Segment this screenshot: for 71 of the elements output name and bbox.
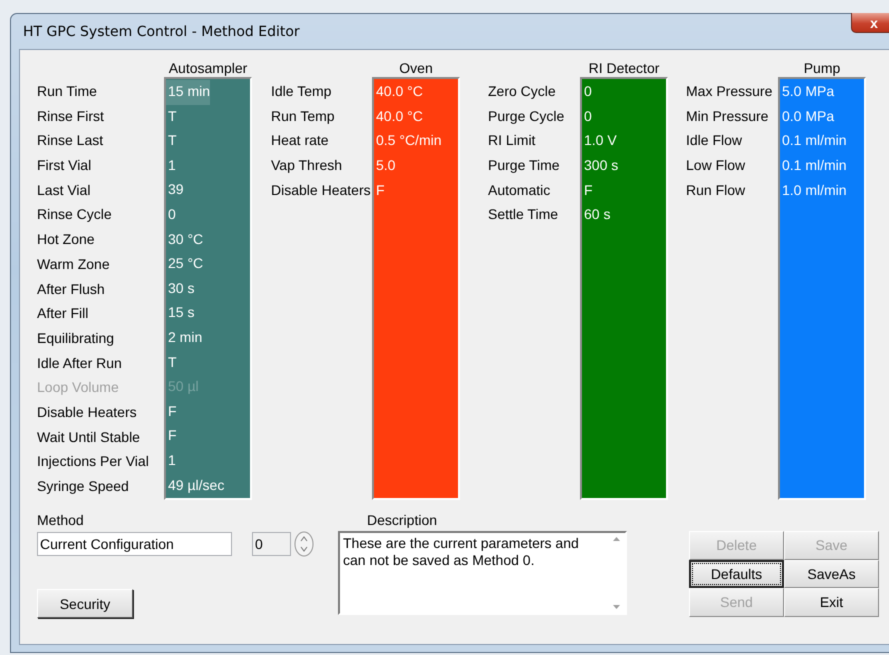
parameter-value[interactable]: 40.0 °C <box>374 104 423 130</box>
parameter-value[interactable]: 0.0 MPa <box>780 104 834 130</box>
parameter-label: Purge Time <box>488 156 560 176</box>
parameter-label: Vap Thresh <box>271 156 342 176</box>
spinner-icon[interactable] <box>294 531 314 557</box>
section-title: Pump <box>802 60 842 77</box>
parameter-value[interactable]: 1.0 V <box>582 129 617 154</box>
action-button[interactable]: Exit <box>784 588 879 616</box>
parameter-label: Settle Time <box>488 205 558 224</box>
parameter-label: Low Flow <box>686 156 746 176</box>
parameter-value[interactable]: 0.1 ml/min <box>780 154 847 179</box>
parameter-label: Disable Heaters <box>271 180 371 200</box>
parameter-value[interactable]: 0.1 ml/min <box>780 129 847 154</box>
section-title: RI Detector <box>588 60 660 77</box>
parameter-label: Wait Until Stable <box>37 428 140 447</box>
parameter-label: Run Time <box>37 82 97 101</box>
description-label: Description <box>367 512 438 530</box>
parameter-list[interactable]: 40.0 °C 40.0 °C 0.5 °C/min 5.0 F <box>372 77 460 500</box>
method-label: Method <box>37 512 84 530</box>
parameter-value[interactable]: 300 s <box>582 154 618 179</box>
parameter-label: Equilibrating <box>37 328 114 348</box>
parameter-label: Rinse Last <box>37 131 104 150</box>
parameter-value[interactable]: 0.5 °C/min <box>374 129 442 154</box>
window-title: HT GPC System Control - Method Editor <box>23 24 300 40</box>
section-title: Oven <box>398 60 434 77</box>
parameter-value[interactable]: 1.0 ml/min <box>780 178 847 204</box>
description-text: These are the current parameters and can not be saved as Method 0. <box>342 534 580 570</box>
scroll-up-icon[interactable] <box>613 537 620 541</box>
parameter-label: Automatic <box>488 180 550 200</box>
parameter-label: Idle Flow <box>686 131 742 150</box>
parameter-label: Rinse Cycle <box>37 205 112 224</box>
parameter-label: Loop Volume <box>37 378 119 398</box>
parameter-value[interactable]: 5.0 <box>374 154 396 179</box>
parameter-label: Rinse First <box>37 106 104 126</box>
action-button[interactable]: SaveAs <box>784 560 879 588</box>
parameter-label: Syringe Speed <box>37 477 129 496</box>
parameter-value[interactable]: F <box>374 178 385 204</box>
method-name-field[interactable]: Current Configuration <box>37 532 232 556</box>
parameter-label: Max Pressure <box>686 82 772 101</box>
scroll-down-icon[interactable] <box>613 605 620 609</box>
parameter-label: After Fill <box>37 304 88 324</box>
action-button[interactable]: Defaults <box>689 560 784 588</box>
parameter-label: Idle After Run <box>37 354 122 373</box>
parameter-label: Last Vial <box>37 180 90 200</box>
parameter-label: Zero Cycle <box>488 82 556 101</box>
parameter-label: Run Temp <box>271 106 335 126</box>
parameter-list[interactable]: 5.0 MPa 0.0 MPa 0.1 ml/min 0.1 ml/min 1.0 ml/min <box>778 77 866 500</box>
parameter-label: Disable Heaters <box>37 402 137 422</box>
parameter-value[interactable]: 0 <box>582 80 592 105</box>
security-button[interactable]: Security <box>37 589 133 618</box>
parameter-label: First Vial <box>37 156 92 176</box>
parameter-list[interactable]: 0 0 1.0 V 300 s F 60 s <box>580 77 668 500</box>
parameter-label: Hot Zone <box>37 230 95 250</box>
parameter-label: Warm Zone <box>37 254 110 274</box>
parameter-label: Injections Per Vial <box>37 452 149 472</box>
description-field[interactable]: These are the current parameters and can not be saved as Method 0. <box>338 531 627 615</box>
parameter-label: Purge Cycle <box>488 106 564 126</box>
parameter-label: RI Limit <box>488 131 536 150</box>
parameter-value[interactable]: 60 s <box>582 203 610 228</box>
close-button[interactable]: x <box>851 13 889 33</box>
parameter-value[interactable]: 5.0 MPa <box>780 80 834 105</box>
parameter-value[interactable]: F <box>582 178 593 204</box>
parameter-value[interactable]: 40.0 °C <box>374 80 423 105</box>
parameter-label: Heat rate <box>271 131 329 150</box>
parameter-value[interactable]: 0 <box>582 104 592 130</box>
parameter-label: Min Pressure <box>686 106 768 126</box>
parameter-label: Idle Temp <box>271 82 332 101</box>
parameter-label: After Flush <box>37 280 105 298</box>
method-number-field[interactable]: 0 <box>252 532 291 556</box>
section-title: Autosampler <box>168 60 248 77</box>
parameter-label: Run Flow <box>686 180 746 200</box>
